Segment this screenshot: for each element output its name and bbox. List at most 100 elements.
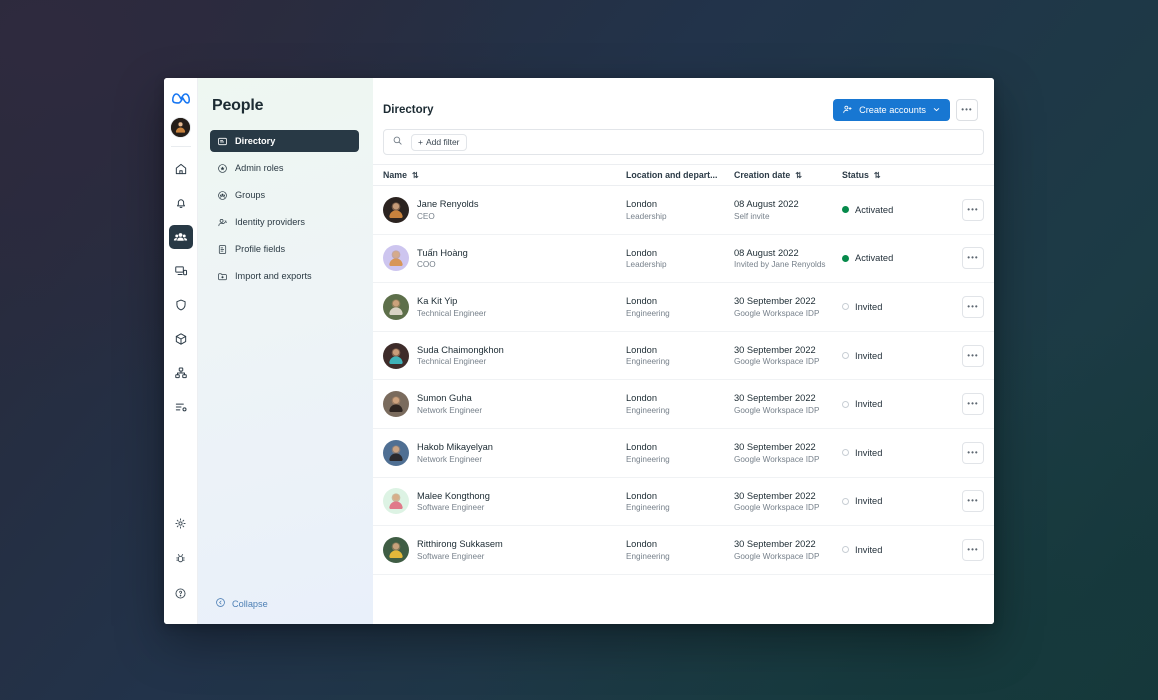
cell-name: Jane RenyoldsCEO (383, 197, 626, 223)
rail-item-apps[interactable] (169, 327, 193, 351)
cell-name: Hakob MikayelyanNetwork Engineer (383, 440, 626, 466)
person-role: Network Engineer (417, 405, 482, 416)
user-avatar[interactable] (170, 117, 191, 138)
cell-creation-date: 30 September 2022Google Workspace IDP (734, 392, 842, 416)
rail-item-settings-list[interactable] (169, 395, 193, 419)
nav-item-profile-fields[interactable]: Profile fields (210, 238, 359, 260)
table-row[interactable]: Jane RenyoldsCEOLondonLeadership08 Augus… (373, 186, 994, 235)
table-row[interactable]: Tuấn HoàngCOOLondonLeadership08 August 2… (373, 235, 994, 284)
rail-item-devices[interactable] (169, 259, 193, 283)
more-dots-icon: ••• (961, 106, 972, 114)
nav-item-directory[interactable]: Directory (210, 130, 359, 152)
rail-item-people[interactable] (169, 225, 193, 249)
cell-creation-date: 30 September 2022Google Workspace IDP (734, 295, 842, 319)
rail-item-security[interactable] (169, 293, 193, 317)
nav-item-admin-roles[interactable]: Admin roles (210, 157, 359, 179)
status-badge: Invited (855, 448, 882, 458)
cell-actions: ••• (950, 296, 984, 318)
nav-item-label: Identity providers (235, 217, 305, 227)
collapse-button[interactable]: Collapse (215, 597, 359, 610)
cell-name: Sumon GuhaNetwork Engineer (383, 391, 626, 417)
location: London (626, 441, 734, 454)
nav-item-identity-providers[interactable]: Identity providers (210, 211, 359, 233)
row-more-button[interactable]: ••• (962, 199, 984, 221)
rail-item-home[interactable] (169, 157, 193, 181)
cell-status: Activated (842, 205, 950, 215)
table-row[interactable]: Sumon GuhaNetwork EngineerLondonEngineer… (373, 380, 994, 429)
table-row[interactable]: Hakob MikayelyanNetwork EngineerLondonEn… (373, 429, 994, 478)
location: London (626, 538, 734, 551)
person-role: Software Engineer (417, 502, 490, 513)
status-badge: Invited (855, 545, 882, 555)
person-name: Tuấn Hoàng (417, 247, 468, 260)
location: London (626, 198, 734, 211)
more-dots-icon: ••• (967, 303, 978, 311)
location: London (626, 344, 734, 357)
row-more-button[interactable]: ••• (962, 345, 984, 367)
status-dot-icon (842, 206, 849, 213)
directory-table: Name ⇅ Location and depart... Creation d… (373, 164, 994, 624)
rail-item-notifications[interactable] (169, 191, 193, 215)
avatar (383, 440, 409, 466)
collapse-label: Collapse (232, 599, 268, 609)
nav-item-import-and-exports[interactable]: Import and exports (210, 265, 359, 287)
column-header-creation-date[interactable]: Creation date ⇅ (734, 170, 842, 180)
person-role: Network Engineer (417, 454, 493, 465)
groups-icon (217, 190, 228, 201)
rail-item-org[interactable] (169, 361, 193, 385)
cell-creation-date: 30 September 2022Google Workspace IDP (734, 490, 842, 514)
header-actions: Create accounts ••• (833, 99, 978, 121)
column-header-location-and-department[interactable]: Location and depart... (626, 170, 734, 180)
cell-location-department: LondonEngineering (626, 392, 734, 416)
status-dot-icon (842, 498, 849, 505)
name-block: Malee KongthongSoftware Engineer (417, 490, 490, 514)
cell-status: Activated (842, 253, 950, 263)
header-more-button[interactable]: ••• (956, 99, 978, 121)
cell-location-department: LondonEngineering (626, 490, 734, 514)
department: Leadership (626, 259, 734, 270)
row-more-button[interactable]: ••• (962, 296, 984, 318)
person-name: Malee Kongthong (417, 490, 490, 503)
column-header-status[interactable]: Status ⇅ (842, 170, 950, 180)
cell-creation-date: 08 August 2022Self invite (734, 198, 842, 222)
table-row[interactable]: Ritthirong SukkasemSoftware EngineerLond… (373, 526, 994, 575)
cell-status: Invited (842, 496, 950, 506)
rail-item-settings[interactable] (169, 511, 193, 535)
cell-status: Invited (842, 351, 950, 361)
nav-item-label: Profile fields (235, 244, 285, 254)
creation-source: Google Workspace IDP (734, 551, 842, 562)
row-more-button[interactable]: ••• (962, 539, 984, 561)
table-row[interactable]: Ka Kit YipTechnical EngineerLondonEngine… (373, 283, 994, 332)
row-more-button[interactable]: ••• (962, 393, 984, 415)
nav-item-label: Groups (235, 190, 265, 200)
row-more-button[interactable]: ••• (962, 247, 984, 269)
content-area: Directory Create accounts ••• (373, 78, 994, 624)
row-more-button[interactable]: ••• (962, 442, 984, 464)
table-row[interactable]: Suda ChaimongkhonTechnical EngineerLondo… (373, 332, 994, 381)
table-row[interactable]: Malee KongthongSoftware Engineer LondonEn… (373, 478, 994, 527)
create-accounts-button[interactable]: Create accounts (833, 99, 950, 121)
column-header-name[interactable]: Name ⇅ (383, 170, 626, 180)
status-dot-icon (842, 546, 849, 553)
person-name: Jane Renyolds (417, 198, 479, 211)
nav-item-groups[interactable]: Groups (210, 184, 359, 206)
status-badge: Invited (855, 496, 882, 506)
person-role: COO (417, 259, 468, 270)
rail-item-report-bug[interactable] (169, 546, 193, 570)
meta-logo-icon[interactable] (170, 87, 192, 109)
more-dots-icon: ••• (967, 497, 978, 505)
icon-rail (164, 78, 198, 624)
row-more-button[interactable]: ••• (962, 490, 984, 512)
add-filter-button[interactable]: + Add filter (411, 134, 467, 151)
creation-source: Self invite (734, 211, 842, 222)
name-block: Tuấn HoàngCOO (417, 247, 468, 271)
nav-panel: People Directory Admin roles (198, 78, 373, 624)
person-role: Technical Engineer (417, 356, 504, 367)
create-accounts-label: Create accounts (859, 105, 926, 115)
filter-bar[interactable]: + Add filter (383, 129, 984, 155)
column-label: Name (383, 170, 407, 180)
rail-item-help[interactable] (169, 581, 193, 605)
column-label: Creation date (734, 170, 790, 180)
profile-fields-icon (217, 244, 228, 255)
name-block: Hakob MikayelyanNetwork Engineer (417, 441, 493, 465)
